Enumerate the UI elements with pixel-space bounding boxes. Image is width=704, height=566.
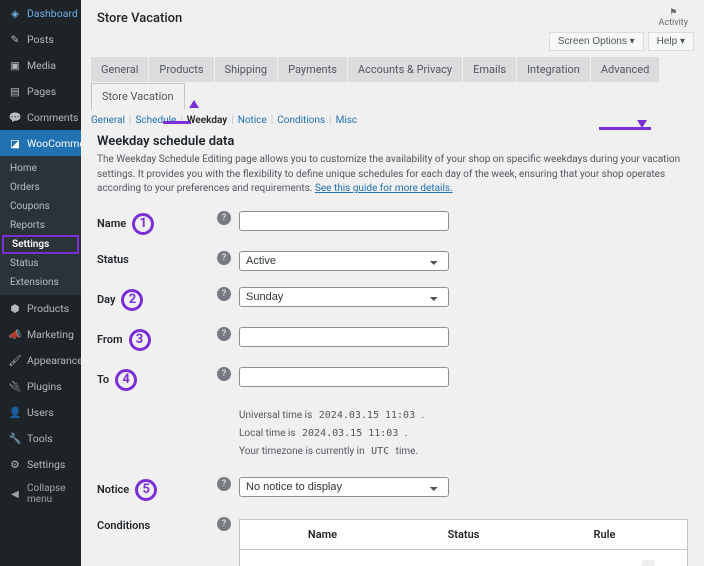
sidebar-sub-item[interactable]: Settings bbox=[2, 235, 79, 254]
content-area: Store Vacation ⚑ Activity Screen Options… bbox=[81, 0, 704, 566]
notice-select[interactable]: No notice to display bbox=[239, 477, 449, 497]
from-input[interactable] bbox=[239, 327, 449, 347]
guide-link[interactable]: See this guide for more details. bbox=[315, 183, 453, 194]
collapse-menu[interactable]: ◀ Collapse menu bbox=[0, 477, 81, 511]
help-icon[interactable]: ? bbox=[217, 251, 231, 265]
time-info: Universal time is 2024.03.15 11:03 . Loc… bbox=[239, 407, 424, 461]
help-icon[interactable]: ? bbox=[217, 287, 231, 301]
activity-button[interactable]: ⚑ Activity bbox=[659, 8, 688, 28]
tab[interactable]: Emails bbox=[463, 57, 516, 82]
sidebar-item[interactable]: 🖌Appearance bbox=[0, 347, 81, 373]
sidebar-item[interactable]: ⚙Settings bbox=[0, 451, 81, 477]
tab[interactable]: Store Vacation bbox=[91, 83, 185, 110]
subtab[interactable]: General bbox=[91, 115, 125, 126]
settings-subtabs: General|Schedule|Weekday|Notice|Conditio… bbox=[81, 109, 704, 130]
help-icon[interactable]: ? bbox=[217, 211, 231, 225]
help-icon[interactable]: ? bbox=[217, 477, 231, 491]
sidebar-sub-item[interactable]: Status bbox=[0, 254, 81, 273]
tab[interactable]: Integration bbox=[517, 57, 590, 82]
sidebar-sub-item[interactable]: Extensions bbox=[0, 273, 81, 292]
collapse-icon: ◀ bbox=[8, 487, 22, 501]
sidebar-item[interactable]: ▣Media bbox=[0, 52, 81, 78]
section-description: The Weekday Schedule Editing page allows… bbox=[97, 153, 688, 197]
subtab[interactable]: Weekday bbox=[187, 115, 227, 126]
main-panel: Weekday schedule data The Weekday Schedu… bbox=[81, 130, 704, 566]
sidebar-item[interactable]: ◈Dashboard bbox=[0, 0, 81, 26]
conditions-table: Name Status Rule You can add multiple ru… bbox=[239, 519, 688, 566]
sidebar-item-woocommerce[interactable]: ◪ WooCommerce bbox=[0, 130, 81, 156]
sidebar-item[interactable]: ▤Pages bbox=[0, 78, 81, 104]
status-select[interactable]: Active bbox=[239, 251, 449, 271]
tab[interactable]: Advanced bbox=[591, 57, 659, 82]
tab[interactable]: General bbox=[91, 57, 148, 82]
sidebar-item[interactable]: 🔧Tools bbox=[0, 425, 81, 451]
sidebar-sub-item[interactable]: Home bbox=[0, 159, 81, 178]
to-input[interactable] bbox=[239, 367, 449, 387]
help-icon[interactable]: ? bbox=[217, 327, 231, 341]
help-icon[interactable]: ? bbox=[217, 367, 231, 381]
page-title: Store Vacation bbox=[97, 11, 182, 26]
sidebar-item[interactable]: 📣Marketing bbox=[0, 321, 81, 347]
woo-icon: ◪ bbox=[8, 136, 22, 150]
subtab[interactable]: Notice bbox=[238, 115, 267, 126]
sidebar-item[interactable]: ⬢Products bbox=[0, 295, 81, 321]
gear-watermark-icon bbox=[609, 554, 679, 566]
help-button[interactable]: Help ▾ bbox=[648, 32, 694, 51]
subtab[interactable]: Conditions bbox=[277, 115, 325, 126]
settings-tabs: GeneralProductsShippingPaymentsAccounts … bbox=[81, 57, 704, 109]
sidebar-submenu: HomeOrdersCouponsReportsSettingsStatusEx… bbox=[0, 156, 81, 295]
topbar: Store Vacation ⚑ Activity bbox=[81, 0, 704, 32]
tab[interactable]: Payments bbox=[278, 57, 347, 82]
tab[interactable]: Products bbox=[149, 57, 213, 82]
subtab[interactable]: Misc bbox=[336, 115, 358, 126]
sidebar-item[interactable]: 🔌Plugins bbox=[0, 373, 81, 399]
admin-sidebar: ◈Dashboard✎Posts▣Media▤Pages💬Comments ◪ … bbox=[0, 0, 81, 566]
sidebar-item[interactable]: ✎Posts bbox=[0, 26, 81, 52]
screen-options-button[interactable]: Screen Options ▾ bbox=[549, 32, 644, 51]
help-icon[interactable]: ? bbox=[217, 517, 231, 531]
tab[interactable]: Accounts & Privacy bbox=[348, 57, 462, 82]
sidebar-item[interactable]: 👤Users bbox=[0, 399, 81, 425]
sidebar-item[interactable]: 💬Comments bbox=[0, 104, 81, 130]
name-input[interactable] bbox=[239, 211, 449, 231]
tab[interactable]: Shipping bbox=[215, 57, 278, 82]
section-heading: Weekday schedule data bbox=[97, 134, 688, 149]
sidebar-sub-item[interactable]: Orders bbox=[0, 178, 81, 197]
sidebar-sub-item[interactable]: Coupons bbox=[0, 197, 81, 216]
day-select[interactable]: Sunday bbox=[239, 287, 449, 307]
flag-icon: ⚑ bbox=[659, 8, 688, 18]
sidebar-sub-item[interactable]: Reports bbox=[0, 216, 81, 235]
